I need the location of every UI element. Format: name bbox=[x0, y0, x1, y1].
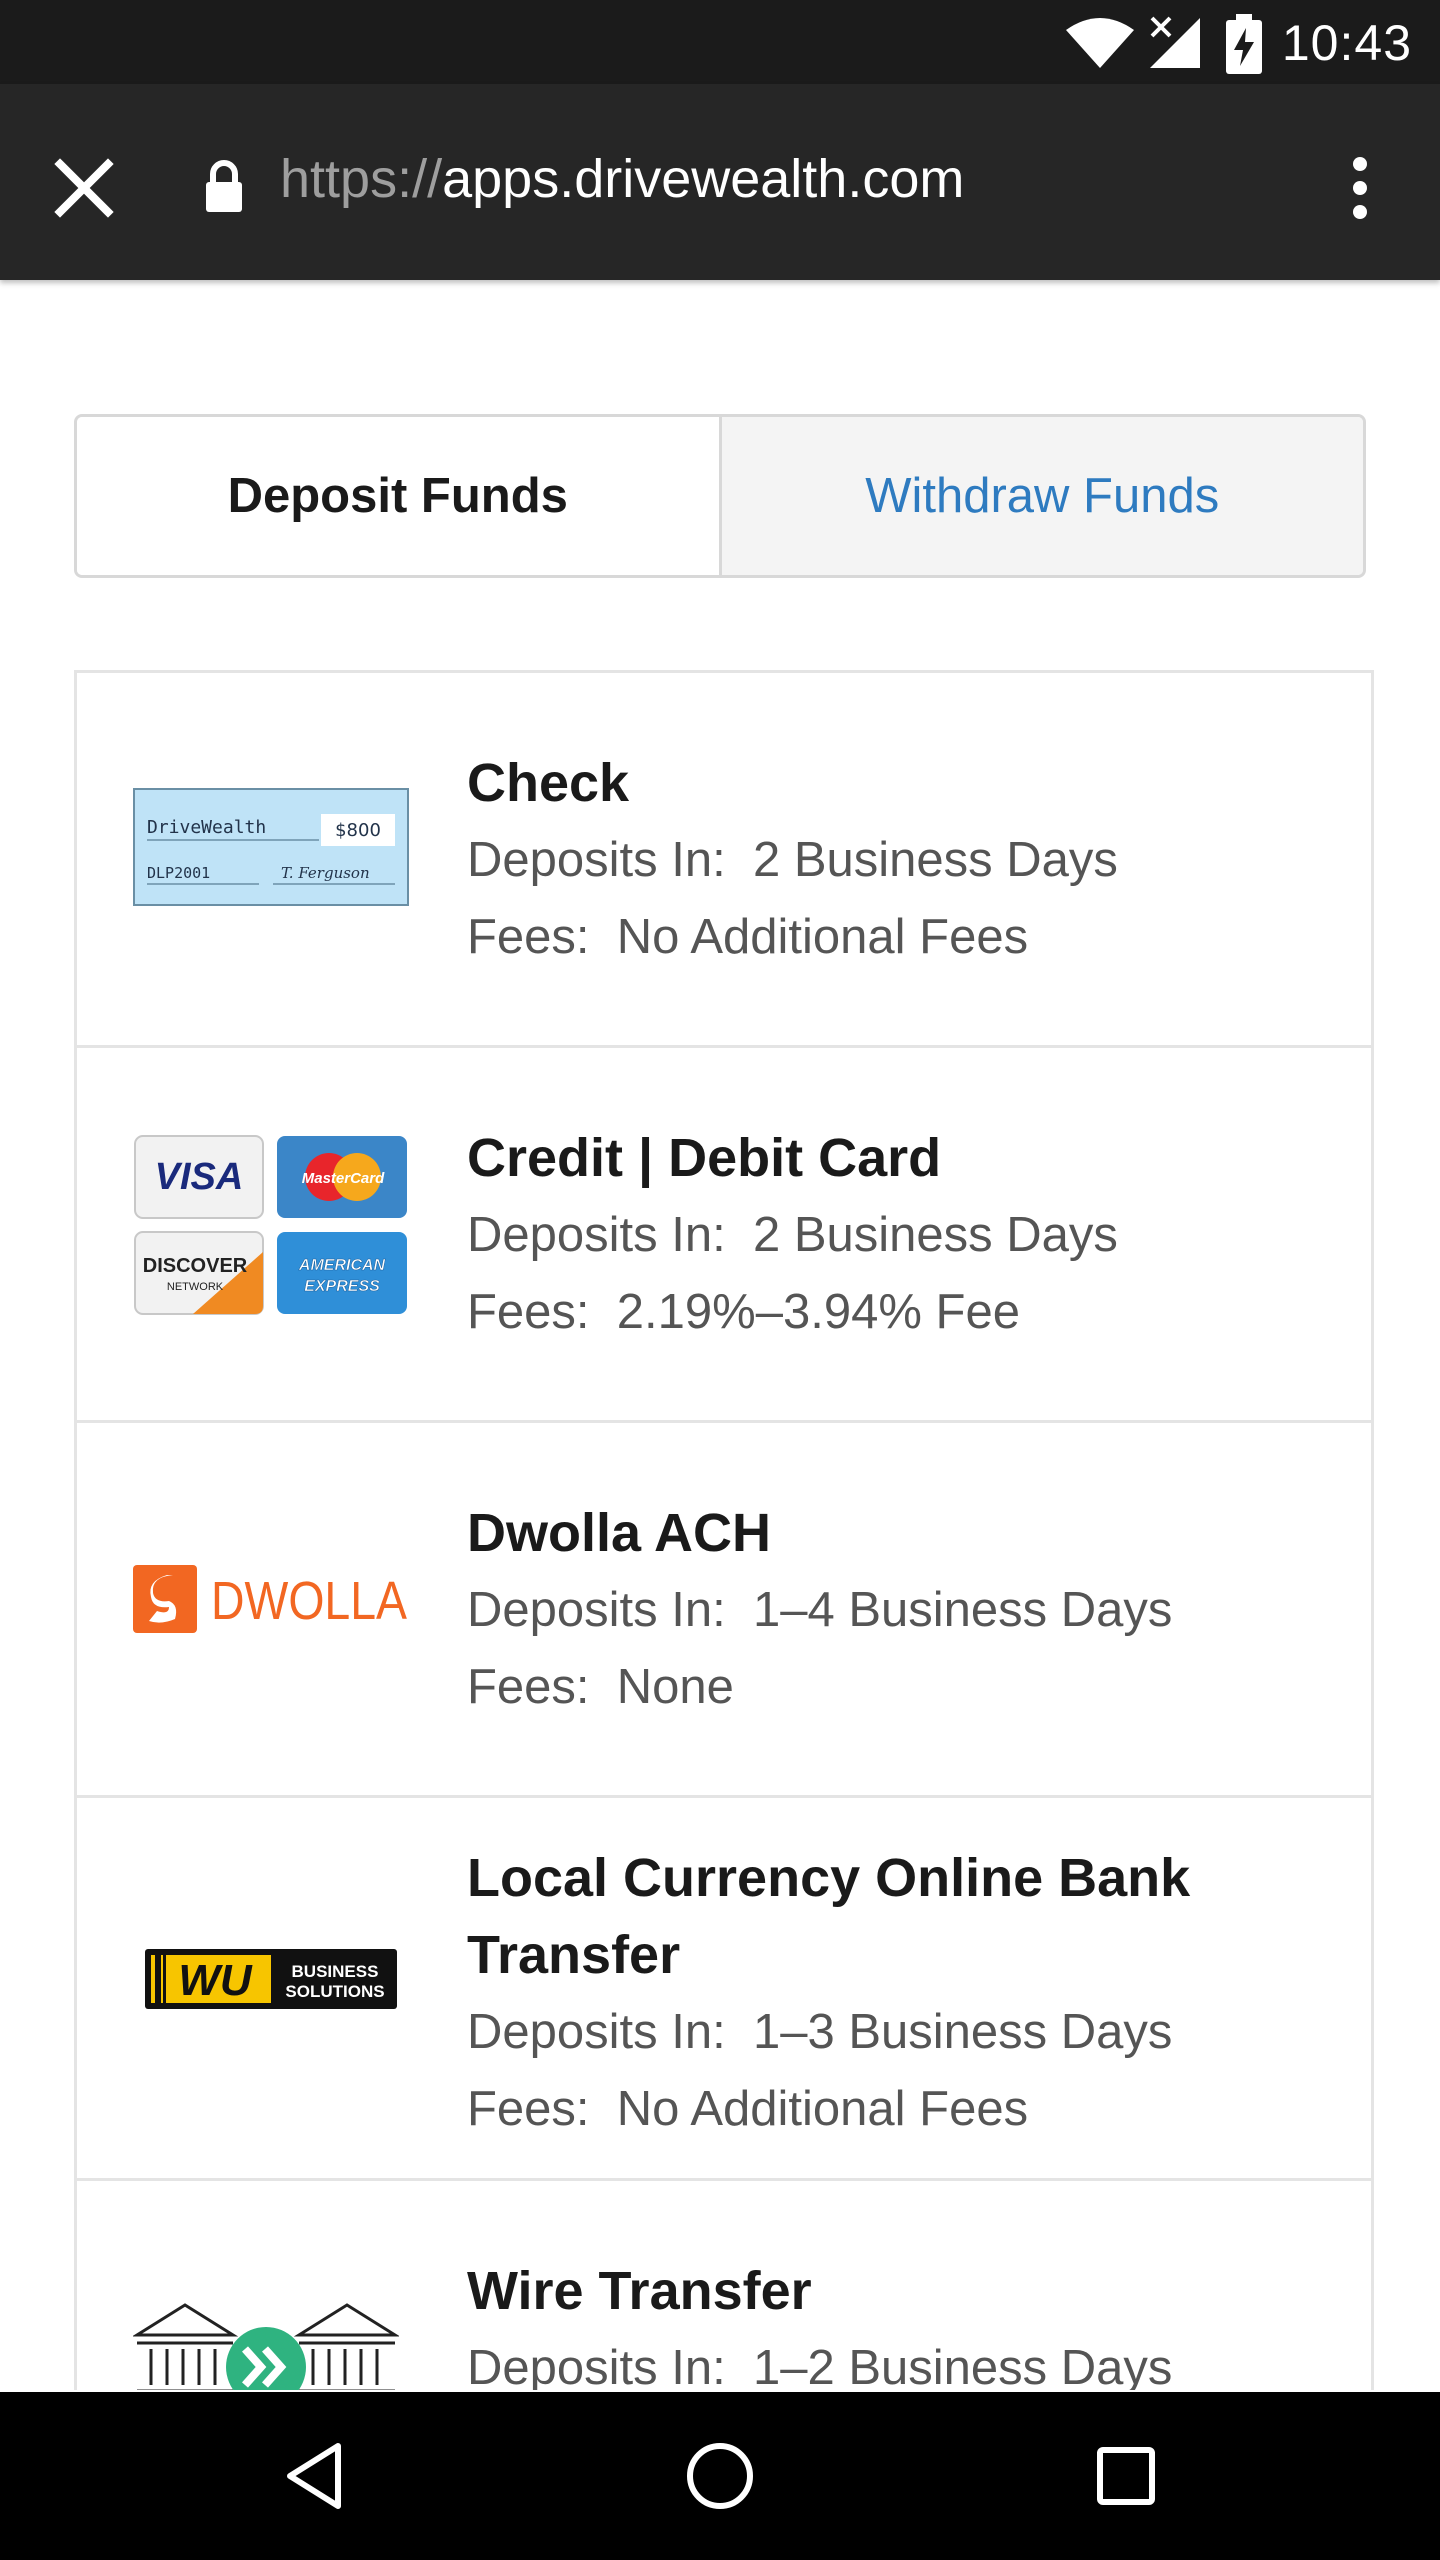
recents-icon[interactable] bbox=[1086, 2436, 1166, 2516]
check-payee: DriveWealth bbox=[147, 817, 266, 838]
tab-withdraw-funds[interactable]: Withdraw Funds bbox=[721, 417, 1363, 575]
amex-logo: AMERICAN EXPRESS bbox=[277, 1232, 407, 1314]
method-title: Credit | Debit Card bbox=[467, 1128, 942, 1188]
method-title: Local Currency Online Bank Transfer bbox=[467, 1848, 1191, 1985]
card-logos: VISA MasterCard DISCOVER NETWORK AMERICA… bbox=[134, 1135, 407, 1315]
deposit-time: Deposits In: 2 Business Days bbox=[467, 833, 1118, 887]
fees: Fees: None bbox=[467, 1660, 734, 1714]
method-info: Wire Transfer Deposits In: 1–2 Business … bbox=[467, 2253, 1331, 2390]
western-union-business-logo: WU BUSINESS SOLUTIONS bbox=[145, 1949, 397, 2009]
check-signature: T. Ferguson bbox=[281, 864, 370, 882]
svg-text:WU: WU bbox=[178, 1956, 253, 2005]
method-title: Wire Transfer bbox=[467, 2261, 812, 2321]
bank-transfer-icon bbox=[133, 2303, 399, 2390]
status-bar: 10:43 bbox=[0, 0, 1440, 84]
home-icon[interactable] bbox=[680, 2436, 760, 2516]
method-info: Local Currency Online Bank Transfer Depo… bbox=[467, 1840, 1331, 2148]
svg-text:SOLUTIONS: SOLUTIONS bbox=[285, 1982, 384, 2001]
back-icon[interactable] bbox=[276, 2436, 356, 2516]
svg-text:MasterCard: MasterCard bbox=[302, 1170, 385, 1187]
deposit-time: Deposits In: 1–3 Business Days bbox=[467, 2005, 1173, 2059]
url-scheme: https:// bbox=[280, 149, 443, 209]
deposit-time: Deposits In: 2 Business Days bbox=[467, 1208, 1118, 1262]
url-host: apps.drivewealth.com bbox=[442, 149, 965, 209]
wifi-icon bbox=[1066, 18, 1134, 68]
deposit-time: Deposits In: 1–2 Business Days bbox=[467, 2341, 1173, 2390]
browser-toolbar: https://apps.drivewealth.com bbox=[0, 84, 1440, 280]
method-wire-transfer[interactable]: Wire Transfer Deposits In: 1–2 Business … bbox=[77, 2181, 1371, 2390]
svg-text:BUSINESS: BUSINESS bbox=[292, 1962, 379, 1981]
svg-text:NETWORK: NETWORK bbox=[167, 1281, 224, 1293]
svg-text:EXPRESS: EXPRESS bbox=[304, 1278, 380, 1295]
dwolla-logo: DWOLLA bbox=[133, 1565, 407, 1633]
method-dwolla-ach[interactable]: DWOLLA Dwolla ACH Deposits In: 1–4 Busin… bbox=[77, 1423, 1371, 1798]
method-info: Credit | Debit Card Deposits In: 2 Busin… bbox=[467, 1120, 1331, 1351]
clock: 10:43 bbox=[1281, 15, 1412, 71]
svg-text:DWOLLA: DWOLLA bbox=[211, 1571, 407, 1631]
system-nav-bar bbox=[0, 2392, 1440, 2560]
method-local-currency-bank-transfer[interactable]: WU BUSINESS SOLUTIONS Local Currency Onl… bbox=[77, 1798, 1371, 2181]
method-title: Check bbox=[467, 753, 630, 813]
svg-text:VISA: VISA bbox=[155, 1156, 244, 1198]
tab-deposit-funds[interactable]: Deposit Funds bbox=[77, 417, 722, 575]
check-memo: DLP2001 bbox=[147, 864, 210, 882]
method-title: Dwolla ACH bbox=[467, 1503, 772, 1563]
funds-tabs: Deposit Funds Withdraw Funds bbox=[74, 414, 1366, 578]
fees: Fees: 2.19%–3.94% Fee bbox=[467, 1285, 1020, 1339]
battery-charging-icon bbox=[1226, 14, 1262, 74]
lock-icon bbox=[206, 160, 242, 212]
deposit-methods-list: DriveWealth $800 DLP2001 T. Ferguson Che… bbox=[74, 670, 1374, 2390]
visa-logo: VISA bbox=[134, 1135, 264, 1219]
method-info: Check Deposits In: 2 Business Days Fees:… bbox=[467, 745, 1331, 976]
overflow-menu-icon[interactable] bbox=[1336, 154, 1384, 222]
deposit-time: Deposits In: 1–4 Business Days bbox=[467, 1583, 1173, 1637]
fees: Fees: No Additional Fees bbox=[467, 2082, 1029, 2136]
svg-text:AMERICAN: AMERICAN bbox=[298, 1257, 386, 1274]
mastercard-logo: MasterCard bbox=[277, 1136, 407, 1218]
svg-text:DISCOVER: DISCOVER bbox=[143, 1255, 248, 1277]
url-bar[interactable]: https://apps.drivewealth.com bbox=[280, 148, 964, 210]
no-signal-icon bbox=[1150, 16, 1200, 68]
fees: Fees: No Additional Fees bbox=[467, 910, 1029, 964]
close-icon[interactable] bbox=[50, 154, 118, 222]
method-check[interactable]: DriveWealth $800 DLP2001 T. Ferguson Che… bbox=[77, 673, 1371, 1048]
discover-logo: DISCOVER NETWORK bbox=[134, 1231, 264, 1315]
check-amount: $800 bbox=[335, 820, 381, 841]
method-info: Dwolla ACH Deposits In: 1–4 Business Day… bbox=[467, 1495, 1331, 1726]
check-image: DriveWealth $800 DLP2001 T. Ferguson bbox=[133, 788, 409, 906]
method-credit-debit-card[interactable]: VISA MasterCard DISCOVER NETWORK AMERICA… bbox=[77, 1048, 1371, 1423]
